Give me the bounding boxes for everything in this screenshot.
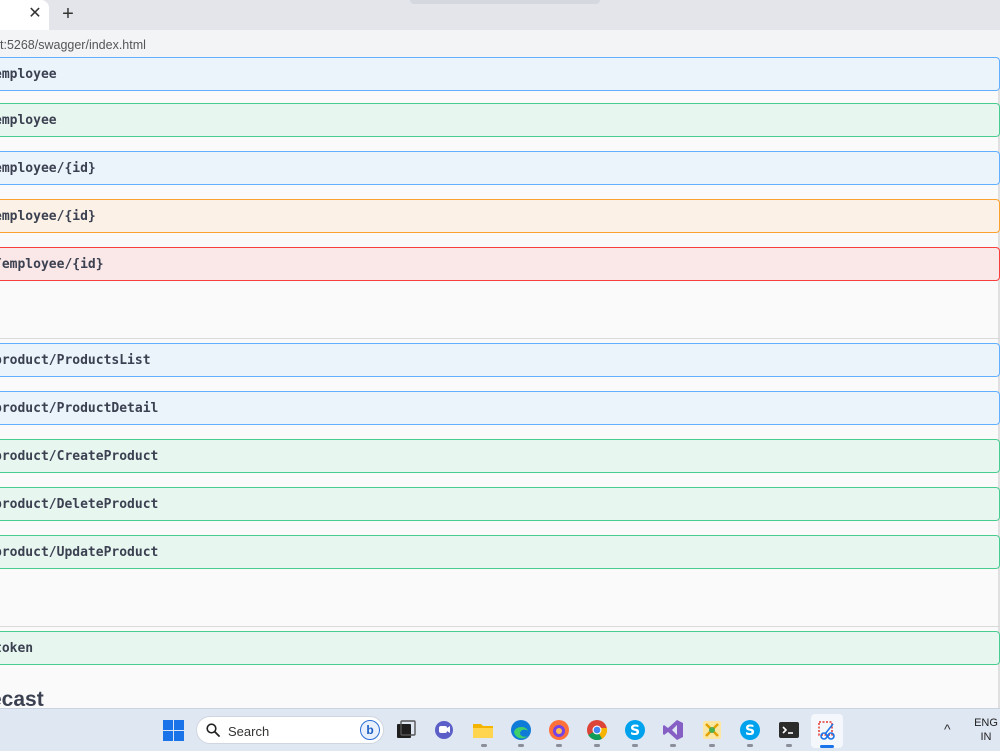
operation-post-employee[interactable]: employee — [0, 103, 1000, 137]
running-indicator — [481, 744, 487, 747]
running-indicator — [670, 744, 676, 747]
tab-strip: ✕ + — [0, 0, 1000, 30]
firefox-icon[interactable] — [548, 719, 570, 741]
operation-post-delete-product[interactable]: product/DeleteProduct — [0, 487, 1000, 521]
section-divider — [0, 338, 1000, 339]
operation-path: employee/{id} — [0, 161, 96, 176]
language-code: ENG — [974, 717, 998, 729]
active-app-indicator — [820, 745, 834, 748]
file-explorer-icon[interactable] — [472, 719, 494, 741]
svg-text:S: S — [630, 723, 640, 739]
operation-get-products-list[interactable]: product/ProductsList — [0, 343, 1000, 377]
running-indicator — [709, 744, 715, 747]
operation-get-employee-id[interactable]: employee/{id} — [0, 151, 1000, 185]
section-divider — [0, 626, 1000, 627]
region-code: IN — [980, 731, 992, 743]
operation-post-update-product[interactable]: product/UpdateProduct — [0, 535, 1000, 569]
tab-strip-edge — [410, 0, 600, 4]
operation-path: product/CreateProduct — [0, 449, 159, 464]
running-indicator — [594, 744, 600, 747]
url-text[interactable]: t:5268/swagger/index.html — [0, 38, 146, 52]
operation-post-token[interactable]: token — [0, 631, 1000, 665]
search-label: Search — [228, 724, 270, 739]
chat-icon[interactable] — [433, 719, 455, 741]
close-icon[interactable]: ✕ — [27, 5, 43, 23]
task-view-icon[interactable] — [395, 719, 417, 741]
tray-overflow-chevron-icon[interactable]: ^ — [944, 721, 951, 737]
active-tab[interactable]: ✕ — [0, 0, 49, 30]
edge-browser-icon[interactable] — [510, 719, 532, 741]
operation-delete-employee-id[interactable]: /employee/{id} — [0, 247, 1000, 281]
chrome-icon[interactable] — [586, 719, 608, 741]
operation-get-product-detail[interactable]: product/ProductDetail — [0, 391, 1000, 425]
operation-path: token — [0, 641, 34, 656]
operation-path: employee — [0, 113, 57, 128]
language-indicator[interactable]: ENG IN — [972, 716, 1000, 744]
operation-path: employee — [0, 67, 57, 82]
windows-start-icon[interactable] — [162, 719, 184, 741]
operation-path: /employee/{id} — [0, 257, 104, 272]
operation-path: employee/{id} — [0, 209, 96, 224]
operation-post-create-product[interactable]: product/CreateProduct — [0, 439, 1000, 473]
operation-path: product/UpdateProduct — [0, 545, 159, 560]
running-indicator — [518, 744, 524, 747]
operation-put-employee-id[interactable]: employee/{id} — [0, 199, 1000, 233]
skype-icon[interactable]: S — [624, 719, 646, 741]
operation-get-employee[interactable]: employee — [0, 57, 1000, 91]
operation-path: product/ProductDetail — [0, 401, 159, 416]
taskbar-search-input[interactable]: Search b — [196, 716, 384, 744]
new-tab-button[interactable]: + — [58, 3, 78, 25]
snipping-tool-icon[interactable] — [816, 719, 838, 741]
search-icon — [206, 723, 220, 737]
operation-path: product/DeleteProduct — [0, 497, 159, 512]
tools-icon[interactable] — [701, 719, 723, 741]
skype-business-icon[interactable]: S — [739, 719, 761, 741]
running-indicator — [786, 744, 792, 747]
bing-icon[interactable]: b — [360, 720, 380, 740]
terminal-icon[interactable] — [778, 719, 800, 741]
running-indicator — [632, 744, 638, 747]
svg-text:S: S — [745, 723, 755, 739]
taskbar: Search b S S ^ ENG IN — [0, 708, 1000, 751]
operation-path: product/ProductsList — [0, 353, 151, 368]
running-indicator — [556, 744, 562, 747]
running-indicator — [747, 744, 753, 747]
visual-studio-icon[interactable] — [662, 719, 684, 741]
